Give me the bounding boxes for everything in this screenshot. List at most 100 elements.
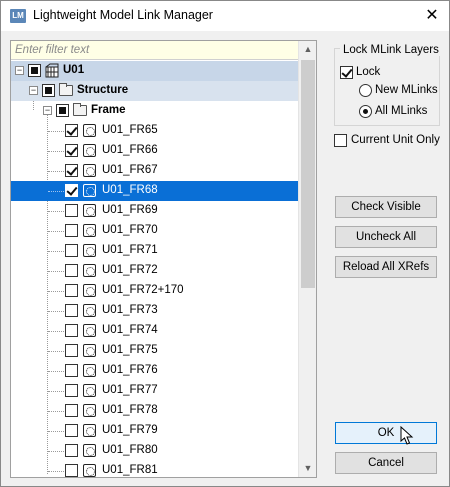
item-checkbox[interactable]: [65, 224, 78, 237]
item-checkbox[interactable]: [65, 204, 78, 217]
tree-label-item: U01_FR77: [102, 384, 158, 396]
tree-label-item: U01_FR67: [102, 164, 158, 176]
item-checkbox[interactable]: [65, 344, 78, 357]
mlink-icon: [83, 344, 96, 357]
tree-row-item[interactable]: U01_FR78: [11, 401, 298, 421]
filter-row: [11, 41, 298, 60]
item-checkbox[interactable]: [65, 164, 78, 177]
item-checkbox[interactable]: [65, 144, 78, 157]
tree-row-item[interactable]: U01_FR74: [11, 321, 298, 341]
item-checkbox[interactable]: [65, 324, 78, 337]
mlink-icon: [83, 244, 96, 257]
new-mlinks-radio[interactable]: [359, 84, 372, 97]
mouse-pointer-icon: [400, 426, 414, 445]
tree-row-item[interactable]: U01_FR70: [11, 221, 298, 241]
filter-input[interactable]: [13, 42, 296, 58]
collapse-icon[interactable]: −: [29, 86, 38, 95]
tree-row-item[interactable]: U01_FR67: [11, 161, 298, 181]
item-checkbox[interactable]: [65, 244, 78, 257]
close-button[interactable]: ✕: [417, 4, 447, 28]
root-checkbox[interactable]: [28, 64, 41, 77]
all-mlinks-radio[interactable]: [359, 105, 372, 118]
item-checkbox[interactable]: [65, 404, 78, 417]
tree-row-item[interactable]: U01_FR76: [11, 361, 298, 381]
tree-guide-line: [48, 451, 64, 452]
item-checkbox[interactable]: [65, 444, 78, 457]
tree-label-item: U01_FR79: [102, 424, 158, 436]
app-icon: LM: [10, 9, 26, 23]
tree-label-structure: Structure: [77, 84, 129, 96]
tree-guide-line: [48, 171, 64, 172]
tree-row-item[interactable]: U01_FR66: [11, 141, 298, 161]
tree-row-item[interactable]: U01_FR80: [11, 441, 298, 461]
tree-row-item[interactable]: U01_FR77: [11, 381, 298, 401]
current-unit-only-checkbox[interactable]: [334, 134, 347, 147]
item-checkbox[interactable]: [65, 464, 78, 477]
cancel-button[interactable]: Cancel: [335, 452, 437, 474]
collapse-icon[interactable]: −: [15, 66, 24, 75]
item-checkbox[interactable]: [65, 284, 78, 297]
tree-guide-line: [48, 331, 64, 332]
item-checkbox[interactable]: [65, 384, 78, 397]
mlink-icon: [83, 124, 96, 137]
tree-row-item[interactable]: U01_FR68: [11, 181, 298, 201]
title-bar[interactable]: LM Lightweight Model Link Manager ✕: [1, 1, 449, 31]
check-visible-button[interactable]: Check Visible: [335, 196, 437, 218]
mlink-icon: [83, 364, 96, 377]
mlink-icon: [83, 304, 96, 317]
layer-tree[interactable]: − U01 − Structure − Frame U01_FR65 U01_FR…: [10, 40, 317, 478]
item-checkbox[interactable]: [65, 364, 78, 377]
structure-checkbox[interactable]: [42, 84, 55, 97]
mlink-icon: [83, 444, 96, 457]
item-checkbox[interactable]: [65, 184, 78, 197]
tree-guide-line: [48, 291, 64, 292]
mlink-icon: [83, 164, 96, 177]
current-unit-only-label: Current Unit Only: [351, 134, 440, 146]
tree-label-item: U01_FR73: [102, 304, 158, 316]
mlink-icon: [83, 464, 96, 477]
lock-checkbox[interactable]: [340, 66, 353, 79]
item-checkbox[interactable]: [65, 424, 78, 437]
tree-row-item[interactable]: U01_FR81: [11, 461, 298, 477]
scroll-down-icon[interactable]: ▼: [299, 460, 316, 477]
lock-group-title: Lock MLink Layers: [340, 44, 442, 56]
item-checkbox[interactable]: [65, 304, 78, 317]
tree-row-item[interactable]: U01_FR71: [11, 241, 298, 261]
tree-row-item[interactable]: U01_FR75: [11, 341, 298, 361]
tree-row-item[interactable]: U01_FR65: [11, 121, 298, 141]
tree-scrollbar[interactable]: ▲ ▼: [298, 41, 316, 477]
tree-guide-line: [48, 431, 64, 432]
tree-label-root: U01: [63, 64, 85, 76]
tree-guide-line: [48, 211, 64, 212]
scroll-thumb[interactable]: [301, 60, 315, 288]
tree-row-item[interactable]: U01_FR72: [11, 261, 298, 281]
tree-label-item: U01_FR70: [102, 224, 158, 236]
model-icon: [45, 63, 59, 78]
tree-label-frame: Frame: [91, 104, 126, 116]
tree-row-item[interactable]: U01_FR73: [11, 301, 298, 321]
reload-all-xrefs-button[interactable]: Reload All XRefs: [335, 256, 437, 278]
frame-checkbox[interactable]: [56, 104, 69, 117]
item-checkbox[interactable]: [65, 124, 78, 137]
uncheck-all-button[interactable]: Uncheck All: [335, 226, 437, 248]
tree-guide-line: [48, 471, 64, 472]
tree-row-item[interactable]: U01_FR69: [11, 201, 298, 221]
ok-button[interactable]: OK: [335, 422, 437, 444]
scroll-up-icon[interactable]: ▲: [299, 41, 316, 58]
tree-guide-line: [48, 391, 64, 392]
tree-guide-line: [48, 231, 64, 232]
tree-label-item: U01_FR68: [102, 184, 158, 196]
tree-guide-line: [48, 191, 64, 192]
tree-label-item: U01_FR78: [102, 404, 158, 416]
tree-row-item[interactable]: U01_FR79: [11, 421, 298, 441]
tree-label-item: U01_FR81: [102, 464, 158, 476]
folder-icon: [59, 83, 73, 96]
item-checkbox[interactable]: [65, 264, 78, 277]
tree-guide-line: [48, 351, 64, 352]
mlink-icon: [83, 424, 96, 437]
tree-row-root[interactable]: − U01: [11, 61, 298, 81]
tree-row-structure[interactable]: − Structure: [11, 81, 298, 101]
collapse-icon[interactable]: −: [43, 106, 52, 115]
tree-row-item[interactable]: U01_FR72+170: [11, 281, 298, 301]
tree-row-frame[interactable]: − Frame: [11, 101, 298, 121]
